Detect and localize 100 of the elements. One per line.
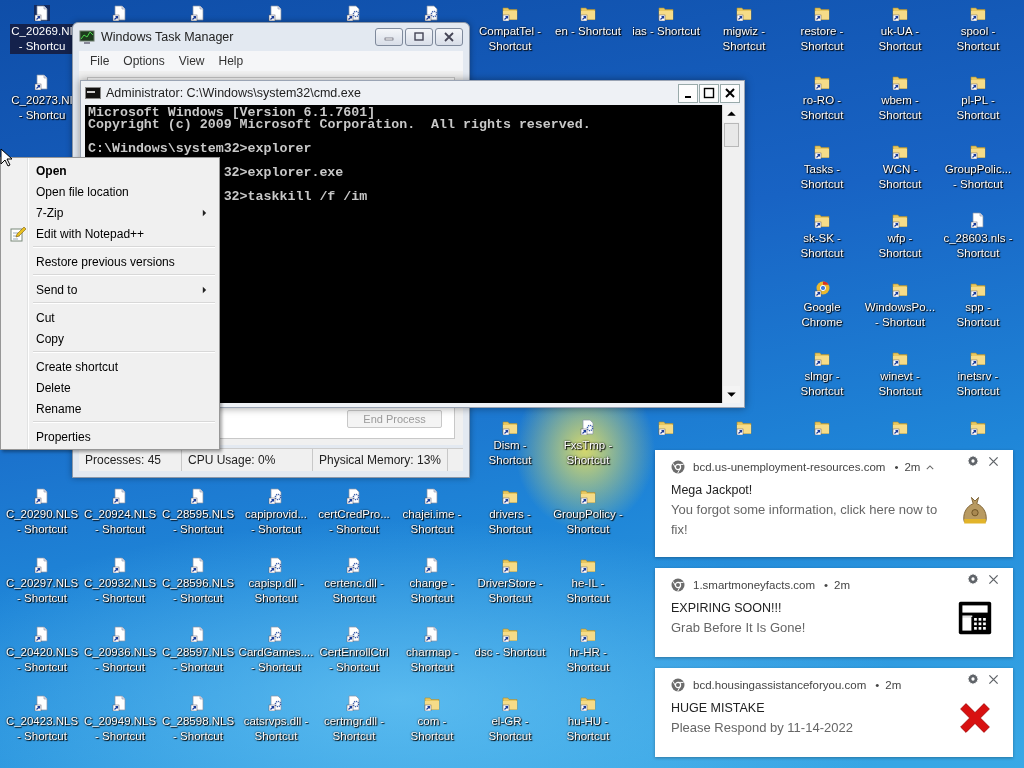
gear-file-shortcut-icon[interactable]	[346, 626, 362, 642]
context-menu-item[interactable]: Create shortcut	[3, 356, 217, 377]
folder-shortcut-icon[interactable]	[736, 5, 752, 21]
shortcut-label[interactable]: DriverStore - Shortcut	[476, 576, 544, 606]
folder-shortcut-icon[interactable]	[502, 557, 518, 573]
shortcut-label[interactable]: drivers - Shortcut	[487, 507, 533, 537]
shortcut-label[interactable]: inetsrv - Shortcut	[955, 369, 1001, 399]
close-button[interactable]	[435, 28, 463, 46]
context-menu-item[interactable]: Properties	[3, 426, 217, 447]
shortcut-label[interactable]: C_20949.NLS - Shortcut	[82, 714, 158, 744]
folder-shortcut-icon[interactable]	[970, 143, 986, 159]
settings-icon[interactable]	[967, 673, 979, 685]
shortcut-label[interactable]: C_28598.NLS - Shortcut	[160, 714, 236, 744]
folder-shortcut-icon[interactable]	[970, 281, 986, 297]
shortcut-label[interactable]: C_20297.NLS - Shortcut	[4, 576, 80, 606]
folder-shortcut-icon[interactable]	[970, 419, 986, 435]
folder-shortcut-icon[interactable]	[580, 5, 596, 21]
folder-shortcut-icon[interactable]	[580, 488, 596, 504]
gear-file-shortcut-icon[interactable]	[346, 695, 362, 711]
folder-shortcut-icon[interactable]	[892, 74, 908, 90]
folder-shortcut-icon[interactable]	[502, 626, 518, 642]
shortcut-label[interactable]: C_28596.NLS - Shortcut	[160, 576, 236, 606]
close-icon[interactable]	[988, 573, 999, 585]
shortcut-label[interactable]: chajei.ime - Shortcut	[401, 507, 463, 537]
shortcut-label[interactable]: certenc.dll - Shortcut	[323, 576, 385, 606]
shortcut-label[interactable]: C_20269.NI - Shortcu	[10, 24, 74, 54]
shortcut-label[interactable]: C_20273.NI - Shortcu	[10, 93, 74, 123]
file-shortcut-icon[interactable]	[34, 74, 50, 90]
context-menu-item[interactable]: Edit with Notepad++	[3, 223, 217, 244]
file-shortcut-icon[interactable]	[268, 5, 284, 21]
folder-shortcut-icon[interactable]	[892, 419, 908, 435]
gear-file-shortcut-icon[interactable]	[268, 488, 284, 504]
settings-icon[interactable]	[967, 455, 979, 467]
gear-file-shortcut-icon[interactable]	[268, 695, 284, 711]
shortcut-label[interactable]: uk-UA - Shortcut	[877, 24, 923, 54]
folder-shortcut-icon[interactable]	[502, 5, 518, 21]
shortcut-label[interactable]: C_20290.NLS - Shortcut	[4, 507, 80, 537]
shortcut-label[interactable]: pl-PL - Shortcut	[955, 93, 1001, 123]
shortcut-label[interactable]: winevt - Shortcut	[877, 369, 923, 399]
context-menu-item[interactable]: Copy	[3, 328, 217, 349]
shortcut-label[interactable]: c_28603.nls - Shortcut	[942, 231, 1014, 261]
shortcut-label[interactable]: GroupPolic... - Shortcut	[943, 162, 1013, 192]
folder-shortcut-icon[interactable]	[502, 419, 518, 435]
folder-shortcut-icon[interactable]	[970, 74, 986, 90]
folder-shortcut-icon[interactable]	[814, 143, 830, 159]
menu-item[interactable]: Help	[211, 54, 251, 68]
gear-file-shortcut-icon[interactable]	[268, 557, 284, 573]
shortcut-label[interactable]: C_20420.NLS - Shortcut	[4, 645, 80, 675]
scrollbar[interactable]	[722, 105, 740, 403]
gear-file-shortcut-icon[interactable]	[346, 5, 362, 21]
shortcut-label[interactable]: CompatTel - Shortcut	[478, 24, 542, 54]
shortcut-label[interactable]: spool - Shortcut	[955, 24, 1001, 54]
context-menu-item[interactable]: Delete	[3, 377, 217, 398]
shortcut-label[interactable]: he-IL - Shortcut	[565, 576, 611, 606]
folder-shortcut-icon[interactable]	[580, 626, 596, 642]
menu-item[interactable]: File	[83, 54, 117, 68]
caret-up-icon[interactable]	[926, 464, 935, 470]
context-menu-item[interactable]: Open	[3, 160, 217, 181]
folder-shortcut-icon[interactable]	[658, 5, 674, 21]
shortcut-label[interactable]: spp - Shortcut	[955, 300, 1001, 330]
shortcut-label[interactable]: capisp.dll - Shortcut	[247, 576, 305, 606]
shortcut-label[interactable]: C_28595.NLS - Shortcut	[160, 507, 236, 537]
shortcut-label[interactable]: CertEnrollCtrl - Shortcut	[318, 645, 390, 675]
file-shortcut-icon[interactable]	[970, 212, 986, 228]
folder-shortcut-icon[interactable]	[892, 281, 908, 297]
shortcut-label[interactable]: WCN - Shortcut	[877, 162, 923, 192]
shortcut-label[interactable]: wbem - Shortcut	[877, 93, 923, 123]
folder-shortcut-icon[interactable]	[970, 350, 986, 366]
file-shortcut-icon[interactable]	[112, 5, 128, 21]
context-menu-item[interactable]: Restore previous versions	[3, 251, 217, 272]
shortcut-label[interactable]: Google Chrome	[800, 300, 844, 330]
context-menu-item[interactable]: Open file location	[3, 181, 217, 202]
context-menu-item[interactable]: Send to	[3, 279, 217, 300]
folder-shortcut-icon[interactable]	[658, 419, 674, 435]
shortcut-label[interactable]: capiprovid... - Shortcut	[244, 507, 308, 537]
shortcut-label[interactable]: C_20932.NLS - Shortcut	[82, 576, 158, 606]
shortcut-label[interactable]: ias - Shortcut	[631, 24, 701, 39]
gear-file-shortcut-icon[interactable]	[346, 557, 362, 573]
file-shortcut-icon[interactable]	[190, 5, 206, 21]
folder-shortcut-icon[interactable]	[892, 143, 908, 159]
notification-card[interactable]: bcd.housingassistanceforyou.com • 2m HUGE MISTAKE Please Respond by 11-14-2022	[655, 668, 1013, 757]
close-button[interactable]	[720, 83, 740, 103]
shortcut-label[interactable]: migwiz - Shortcut	[721, 24, 767, 54]
gear-file-shortcut-icon[interactable]	[580, 419, 596, 435]
close-icon[interactable]	[988, 673, 999, 685]
shortcut-label[interactable]: change - Shortcut	[408, 576, 456, 606]
shortcut-label[interactable]: charmap - Shortcut	[405, 645, 459, 675]
gear-file-shortcut-icon[interactable]	[346, 488, 362, 504]
settings-icon[interactable]	[967, 573, 979, 585]
maximize-button[interactable]	[699, 83, 719, 103]
shortcut-label[interactable]: GroupPolicy - Shortcut	[552, 507, 624, 537]
shortcut-label[interactable]: slmgr - Shortcut	[799, 369, 845, 399]
shortcut-label[interactable]: certCredPro... - Shortcut	[317, 507, 391, 537]
folder-shortcut-icon[interactable]	[580, 695, 596, 711]
context-menu-item[interactable]: 7-Zip	[3, 202, 217, 223]
gear-file-shortcut-icon[interactable]	[268, 626, 284, 642]
folder-shortcut-icon[interactable]	[814, 5, 830, 21]
folder-shortcut-icon[interactable]	[814, 350, 830, 366]
close-icon[interactable]	[988, 455, 999, 467]
shortcut-label[interactable]: CardGames.... - Shortcut	[237, 645, 315, 675]
